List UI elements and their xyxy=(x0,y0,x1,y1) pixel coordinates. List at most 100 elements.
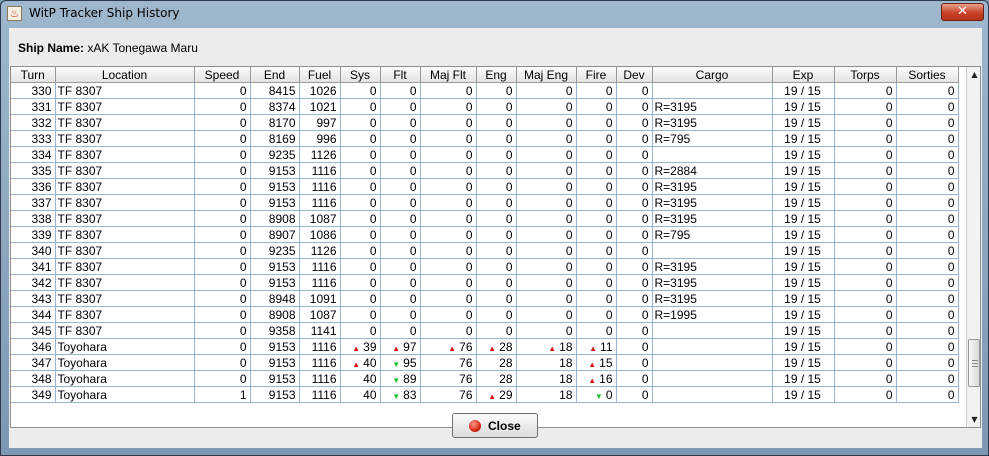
cell-sys: 0 xyxy=(340,226,381,243)
cell-eng: 0 xyxy=(476,162,517,179)
table-row[interactable]: 331 TF 8307 0 8374 1021 0 0 0 0 0 0 0 R=3195 19 / 15 0… xyxy=(11,98,959,115)
dialog-content: Ship Name: xAK Tonegawa Maru Turn Locatio… xyxy=(9,28,982,448)
column-header-speed[interactable]: Speed xyxy=(194,67,251,83)
cell-flt: 0 xyxy=(380,290,421,307)
table-row[interactable]: 336 TF 8307 0 9153 1116 0 0 0 0 0 0 0 R=3195 19 / 15 0… xyxy=(11,178,959,195)
close-button[interactable]: Close xyxy=(452,413,538,438)
column-header-turn[interactable]: Turn xyxy=(11,67,56,83)
table-row[interactable]: 338 TF 8307 0 8908 1087 0 0 0 0 0 0 0 R=3195 19 / 15 0… xyxy=(11,210,959,227)
cell-cargo: R=795 xyxy=(652,130,773,147)
table-row[interactable]: 347 Toyohara 0 9153 1116 ▲ 40 ▼ 95 76 28 18 ▲ 15 0 19 /… xyxy=(11,354,959,371)
vertical-scrollbar[interactable]: ▲ ▼ xyxy=(966,67,980,427)
cell-end: 8948 xyxy=(250,290,300,307)
trend-up-icon: ▲ xyxy=(589,343,598,353)
cell-turn: 333 xyxy=(11,130,56,147)
table-row[interactable]: 341 TF 8307 0 9153 1116 0 0 0 0 0 0 0 R=3195 19 / 15 0… xyxy=(11,258,959,275)
cell-dev: 0 xyxy=(616,258,653,275)
cell-end: 9153 xyxy=(250,162,300,179)
column-header-maj-eng[interactable]: Maj Eng xyxy=(516,67,577,83)
table-row[interactable]: 339 TF 8307 0 8907 1086 0 0 0 0 0 0 0 R=795 19 / 15 0 0 xyxy=(11,226,959,243)
cell-eng: 0 xyxy=(476,322,517,339)
table-row[interactable]: 330 TF 8307 0 8415 1026 0 0 0 0 0 0 0 19 / 15 0 0 xyxy=(11,82,959,99)
cell-exp: 19 / 15 xyxy=(772,258,835,275)
cell-flt: 0 xyxy=(380,242,421,259)
cell-sys: 0 xyxy=(340,242,381,259)
scroll-thumb[interactable] xyxy=(968,339,980,387)
scroll-up-icon[interactable]: ▲ xyxy=(967,67,980,82)
cell-end: 9153 xyxy=(250,258,300,275)
history-table-panel[interactable]: Turn Location Speed End Fuel Sys Flt Maj Flt Eng… xyxy=(10,66,981,428)
cell-maj-flt: 0 xyxy=(420,242,477,259)
cell-end: 9153 xyxy=(250,354,300,371)
cell-maj-flt: 0 xyxy=(420,210,477,227)
cell-maj-flt: 0 xyxy=(420,98,477,115)
cell-exp: 19 / 15 xyxy=(772,274,835,291)
table-row[interactable]: 342 TF 8307 0 9153 1116 0 0 0 0 0 0 0 R=3195 19 / 15 0… xyxy=(11,274,959,291)
cell-eng: 0 xyxy=(476,114,517,131)
table-row[interactable]: 348 Toyohara 0 9153 1116 40 ▼ 89 76 28 18 ▲ 16 0 19 / … xyxy=(11,370,959,387)
column-header-eng[interactable]: Eng xyxy=(476,67,517,83)
table-row[interactable]: 349 Toyohara 1 9153 1116 40 ▼ 83 76 ▲ 29 18 ▼ 0 0 19 / … xyxy=(11,386,959,403)
cell-maj-flt: 76 xyxy=(420,354,477,371)
table-row[interactable]: 346 Toyohara 0 9153 1116 ▲ 39 ▲ 97 ▲ 76 ▲ 28 ▲ 18 ▲ 11 0 1… xyxy=(11,338,959,355)
column-header-location[interactable]: Location xyxy=(55,67,195,83)
cell-sorties: 0 xyxy=(896,386,959,403)
cell-exp: 19 / 15 xyxy=(772,242,835,259)
cell-eng: 0 xyxy=(476,130,517,147)
cell-location: TF 8307 xyxy=(55,82,195,99)
cell-turn: 349 xyxy=(11,386,56,403)
column-header-exp[interactable]: Exp xyxy=(772,67,835,83)
close-button-label: Close xyxy=(488,419,521,433)
column-header-sorties[interactable]: Sorties xyxy=(896,67,959,83)
table-row[interactable]: 340 TF 8307 0 9235 1126 0 0 0 0 0 0 0 19 / 15 0 0 xyxy=(11,242,959,259)
cell-fuel: 1116 xyxy=(299,386,341,403)
column-header-torps[interactable]: Torps xyxy=(834,67,897,83)
column-header-fire[interactable]: Fire xyxy=(576,67,617,83)
cell-speed: 0 xyxy=(194,258,251,275)
title-bar[interactable]: ♨ WitP Tracker Ship History ✕ xyxy=(1,1,988,28)
cell-flt: ▼ 89 xyxy=(380,370,421,387)
column-header-maj-flt[interactable]: Maj Flt xyxy=(420,67,477,83)
table-row[interactable]: 344 TF 8307 0 8908 1087 0 0 0 0 0 0 0 R=1995 19 / 15 0… xyxy=(11,306,959,323)
cell-speed: 0 xyxy=(194,338,251,355)
cell-eng: 0 xyxy=(476,242,517,259)
cell-cargo xyxy=(652,146,773,163)
cell-fuel: 1086 xyxy=(299,226,341,243)
column-header-end[interactable]: End xyxy=(250,67,300,83)
cell-sys: 0 xyxy=(340,258,381,275)
cell-torps: 0 xyxy=(834,322,897,339)
table-row[interactable]: 334 TF 8307 0 9235 1126 0 0 0 0 0 0 0 19 / 15 0 0 xyxy=(11,146,959,163)
cell-sorties: 0 xyxy=(896,82,959,99)
cell-end: 8374 xyxy=(250,98,300,115)
cell-exp: 19 / 15 xyxy=(772,306,835,323)
cell-turn: 341 xyxy=(11,258,56,275)
cell-torps: 0 xyxy=(834,210,897,227)
table-row[interactable]: 343 TF 8307 0 8948 1091 0 0 0 0 0 0 0 R=3195 19 / 15 0… xyxy=(11,290,959,307)
table-row[interactable]: 345 TF 8307 0 9358 1141 0 0 0 0 0 0 0 19 / 15 0 0 xyxy=(11,322,959,339)
cell-cargo: R=3195 xyxy=(652,114,773,131)
cell-flt: 0 xyxy=(380,306,421,323)
cell-maj-flt: 0 xyxy=(420,322,477,339)
table-row[interactable]: 332 TF 8307 0 8170 997 0 0 0 0 0 0 0 R=3195 19 / 15 0 0 xyxy=(11,114,959,131)
column-header-sys[interactable]: Sys xyxy=(340,67,381,83)
column-header-fuel[interactable]: Fuel xyxy=(299,67,341,83)
cell-fuel: 1116 xyxy=(299,338,341,355)
column-header-flt[interactable]: Flt xyxy=(380,67,421,83)
cell-fire: ▼ 0 xyxy=(576,386,617,403)
table-row[interactable]: 337 TF 8307 0 9153 1116 0 0 0 0 0 0 0 R=3195 19 / 15 0… xyxy=(11,194,959,211)
scroll-down-icon[interactable]: ▼ xyxy=(967,412,980,427)
column-header-cargo[interactable]: Cargo xyxy=(652,67,773,83)
table-row[interactable]: 333 TF 8307 0 8169 996 0 0 0 0 0 0 0 R=795 19 / 15 0 0 xyxy=(11,130,959,147)
window-close-icon[interactable]: ✕ xyxy=(941,3,984,21)
cell-dev: 0 xyxy=(616,210,653,227)
cell-sys: 40 xyxy=(340,386,381,403)
cell-fire: 0 xyxy=(576,98,617,115)
cell-end: 9153 xyxy=(250,274,300,291)
cell-flt: 0 xyxy=(380,274,421,291)
cell-dev: 0 xyxy=(616,146,653,163)
trend-up-icon: ▲ xyxy=(548,343,557,353)
cell-sorties: 0 xyxy=(896,306,959,323)
table-row[interactable]: 335 TF 8307 0 9153 1116 0 0 0 0 0 0 0 R=2884 19 / 15 0… xyxy=(11,162,959,179)
column-header-dev[interactable]: Dev xyxy=(616,67,653,83)
cell-maj-eng: 18 xyxy=(516,354,577,371)
